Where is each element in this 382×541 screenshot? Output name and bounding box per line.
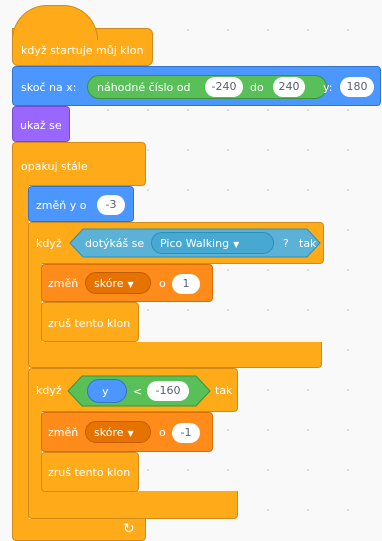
forever-label: opakuj stále: [21, 160, 88, 173]
change-y-input[interactable]: -3: [97, 195, 125, 215]
touching-target-value: Pico Walking: [160, 237, 230, 250]
change-score-block-1[interactable]: změň skóre ▼ o 1: [41, 264, 213, 302]
random-to-label: do: [250, 81, 264, 94]
touching-target-dropdown[interactable]: Pico Walking ▼: [151, 232, 274, 254]
less-than-input[interactable]: -160: [147, 381, 189, 401]
change-y-label: změň y o: [36, 199, 87, 212]
hat-label: když startuje můj klon: [21, 44, 144, 57]
delete2-label: zruš tento klon: [48, 466, 131, 479]
delete-clone-block-2[interactable]: zruš tento klon: [41, 452, 139, 492]
show-block[interactable]: ukaž se: [12, 106, 70, 142]
if2-then: tak: [215, 384, 233, 397]
hat-cap: [12, 5, 98, 40]
if2-label: když: [36, 384, 62, 397]
change-score-block-2[interactable]: změň skóre ▼ o -1: [41, 412, 213, 452]
change2-label: změň: [48, 426, 79, 439]
touching-label: dotýkáš se: [85, 237, 145, 250]
delete1-label: zruš tento klon: [48, 317, 131, 330]
dropdown-arrow-icon: ▼: [233, 240, 240, 249]
random-to-input[interactable]: 240: [273, 77, 305, 97]
less-than-reporter[interactable]: y < -160: [81, 375, 199, 407]
loop-arrow-icon: ↻: [123, 521, 135, 537]
change1-label: změň: [48, 277, 79, 290]
change-y-block[interactable]: změň y o -3: [28, 186, 134, 222]
score-var-dropdown-2[interactable]: skóre ▼: [85, 421, 151, 443]
if1-footer: [28, 342, 322, 368]
less-than-op: <: [133, 385, 143, 398]
random-from-input[interactable]: -240: [205, 77, 243, 97]
score-var-value-1: skóre: [94, 277, 124, 290]
random-reporter[interactable]: náhodné číslo od -240 do 240: [87, 75, 327, 99]
if1-label: když: [36, 237, 62, 250]
forever-footer: ↻: [12, 519, 146, 541]
if1-then: tak: [299, 237, 317, 250]
if1-arm: [28, 263, 42, 343]
y-var-value: y: [102, 385, 109, 398]
score-var-value-2: skóre: [94, 426, 124, 439]
change2-by: o: [159, 426, 166, 439]
touching-reporter[interactable]: dotýkáš se Pico Walking ▼ ?: [83, 228, 307, 258]
dropdown-arrow-icon: ▼: [127, 429, 134, 438]
dropdown-arrow-icon: ▼: [127, 280, 134, 289]
goto-label: skoč na x:: [21, 81, 77, 94]
score-var-dropdown-1[interactable]: skóre ▼: [85, 272, 151, 294]
if2-footer: [28, 491, 238, 519]
change2-input[interactable]: -1: [172, 423, 200, 443]
delete-clone-block-1[interactable]: zruš tento klon: [41, 302, 139, 342]
if-y-less-block[interactable]: když y < -160 tak: [28, 368, 238, 412]
if2-arm: [28, 411, 42, 492]
y-label: y:: [323, 81, 333, 94]
go-to-xy-block[interactable]: skoč na x: náhodné číslo od -240 do 240 …: [12, 66, 381, 106]
change1-input[interactable]: 1: [172, 274, 200, 294]
random-label: náhodné číslo od: [97, 81, 191, 94]
scripts-canvas: když startuje můj klon skoč na x: náhodn…: [0, 0, 382, 541]
y-var-reporter[interactable]: y: [87, 379, 127, 403]
forever-arm: [12, 185, 29, 520]
touching-q: ?: [283, 237, 289, 250]
change1-by: o: [159, 277, 166, 290]
show-label: ukaž se: [20, 119, 62, 132]
forever-block[interactable]: opakuj stále: [12, 142, 146, 186]
y-input[interactable]: 180: [340, 77, 374, 97]
if-touching-block[interactable]: když dotýkáš se Pico Walking ▼ ? tak: [28, 222, 324, 264]
